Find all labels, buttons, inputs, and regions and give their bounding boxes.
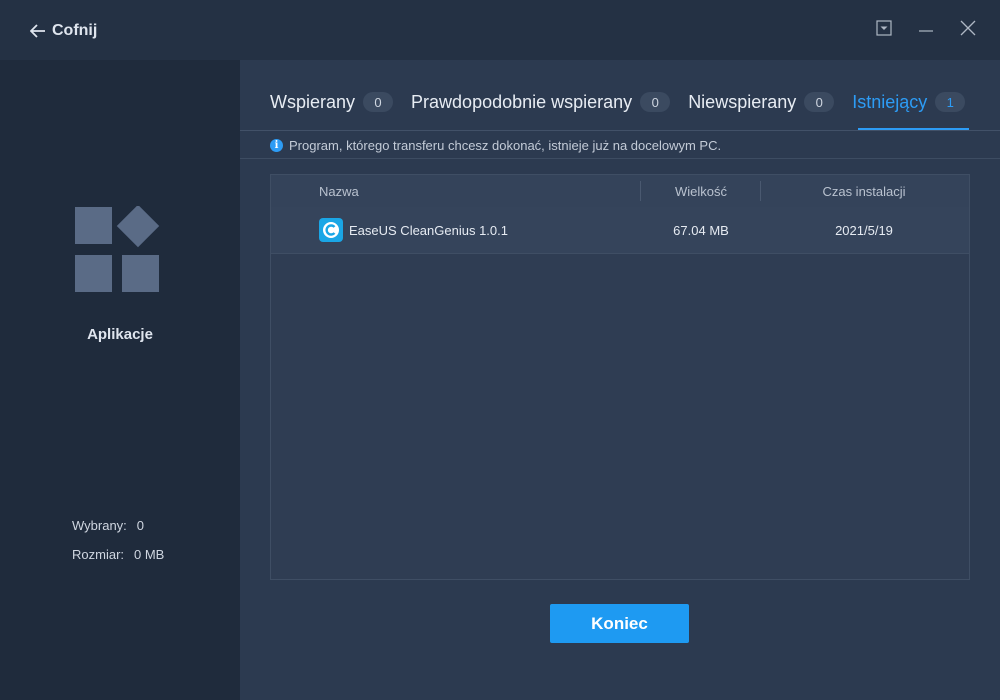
table-row[interactable]: EaseUS CleanGenius 1.0.1 67.04 MB 2021/5…	[271, 207, 969, 254]
info-text: Program, którego transferu chcesz dokona…	[289, 138, 722, 153]
applications-icon	[74, 204, 166, 296]
program-name-cell: EaseUS CleanGenius 1.0.1	[319, 207, 508, 253]
programs-table: Nazwa Wielkość Czas instalacji EaseUS Cl…	[270, 174, 970, 580]
selected-value: 0	[136, 518, 145, 533]
main-panel: Wspierany 0 Prawdopodobnie wspierany 0 N…	[240, 60, 1000, 700]
tab-count-badge: 0	[640, 92, 671, 112]
cleangenius-app-icon	[319, 218, 343, 242]
tab-count-badge: 1	[935, 92, 966, 112]
category-label: Aplikacje	[87, 326, 153, 343]
close-icon	[960, 20, 976, 41]
tab-probably-supported[interactable]: Prawdopodobnie wspierany 0	[411, 90, 671, 114]
tab-bar: Wspierany 0 Prawdopodobnie wspierany 0 N…	[270, 90, 983, 130]
selected-label: Wybrany:	[72, 518, 127, 533]
close-button[interactable]	[958, 18, 978, 42]
title-bar: Cofnij	[0, 0, 1000, 60]
arrow-left-icon	[30, 24, 46, 38]
selected-count: Wybrany: 0	[72, 518, 144, 533]
tab-divider	[240, 130, 1000, 131]
info-icon: i	[270, 139, 283, 152]
finish-button[interactable]: Koniec	[550, 604, 689, 643]
minimize-icon	[918, 20, 934, 41]
selected-size: Rozmiar: 0 MB	[72, 547, 164, 562]
size-label: Rozmiar:	[72, 547, 125, 562]
tab-label: Wspierany	[270, 91, 356, 112]
tab-label: Niewspierany	[688, 91, 797, 112]
back-label: Cofnij	[52, 22, 98, 39]
tab-unsupported[interactable]: Niewspierany 0	[688, 90, 835, 114]
tab-count-badge: 0	[804, 92, 835, 112]
tab-existing[interactable]: Istniejący 1	[852, 90, 970, 130]
program-install-date: 2021/5/19	[835, 222, 893, 238]
column-header-size[interactable]: Wielkość	[641, 175, 761, 207]
chevron-down-icon	[876, 19, 892, 41]
info-message: i Program, którego transferu chcesz doko…	[270, 138, 721, 153]
size-value: 0 MB	[134, 547, 165, 562]
table-header: Nazwa Wielkość Czas instalacji	[271, 175, 969, 207]
sidebar: Aplikacje Wybrany: 0 Rozmiar: 0 MB	[0, 60, 240, 700]
tab-supported[interactable]: Wspierany 0	[270, 90, 394, 114]
tab-count-badge: 0	[363, 92, 394, 112]
column-header-install-time[interactable]: Czas instalacji	[761, 175, 967, 207]
tab-label: Istniejący	[852, 91, 928, 112]
back-button[interactable]: Cofnij	[30, 18, 97, 44]
minimize-button[interactable]	[916, 18, 936, 42]
column-header-name[interactable]: Nazwa	[319, 175, 359, 207]
tab-label: Prawdopodobnie wspierany	[411, 91, 633, 112]
program-name: EaseUS CleanGenius 1.0.1	[349, 222, 508, 238]
info-divider	[240, 158, 1000, 159]
dropdown-menu-button[interactable]	[874, 18, 894, 42]
program-size: 67.04 MB	[673, 222, 729, 238]
